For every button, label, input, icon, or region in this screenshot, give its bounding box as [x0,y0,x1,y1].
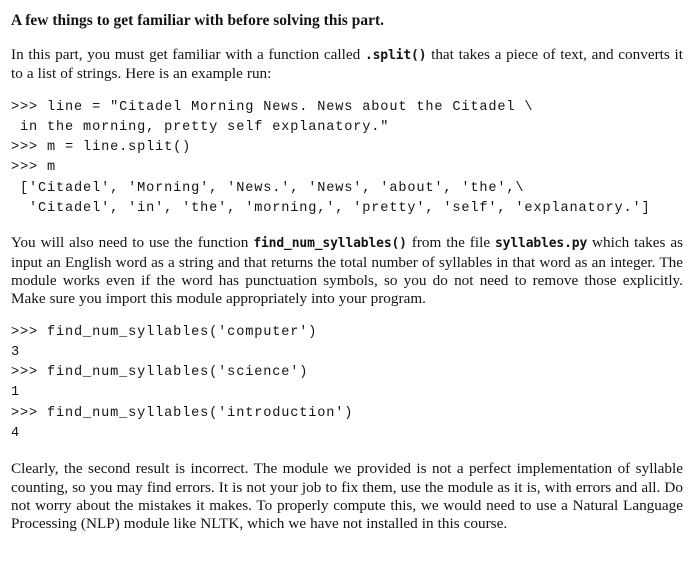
section-heading: A few things to get familiar with before… [11,12,385,29]
syllables-paragraph-part-2: from the file [406,234,495,252]
code-line: >>> m [11,160,57,176]
code-line: 'Citadel', 'in', 'the', 'morning,', 'pre… [11,201,651,217]
code-line: 4 [11,426,21,442]
split-function-code: .split() [364,48,427,63]
document-page: A few things to get familiar with before… [0,0,694,569]
intro-paragraph: In this part, you must get familiar with… [11,46,683,84]
code-line: in the morning, pretty self explanatory.… [11,119,390,135]
code-block-split-example: >>> line = "Citadel Morning News. News a… [11,98,683,220]
syllables-paragraph-part-1: You will also need to use the function [11,234,254,252]
code-line: >>> line = "Citadel Morning News. News a… [11,99,534,115]
closing-paragraph: Clearly, the second result is incorrect.… [11,460,683,533]
code-line: >>> find_num_syllables('computer') [11,324,318,340]
syllables-file-code: syllables.py [495,236,588,252]
code-line: ['Citadel', 'Morning', 'News.', 'News', … [11,180,525,196]
find-num-syllables-function-code: find_num_syllables() [253,236,407,252]
code-line: 1 [11,385,21,401]
code-line: 3 [11,344,21,360]
code-line: >>> find_num_syllables('introduction') [11,405,354,421]
code-line: >>> find_num_syllables('science') [11,365,309,381]
document-body: A few things to get familiar with before… [11,11,683,534]
code-line: >>> m = line.split() [11,140,192,156]
code-block-syllables-example: >>> find_num_syllables('computer') 3 >>>… [11,323,683,445]
intro-paragraph-text-before: In this part, you must get familiar with… [11,46,365,63]
syllables-paragraph: You will also need to use the function f… [11,234,683,308]
